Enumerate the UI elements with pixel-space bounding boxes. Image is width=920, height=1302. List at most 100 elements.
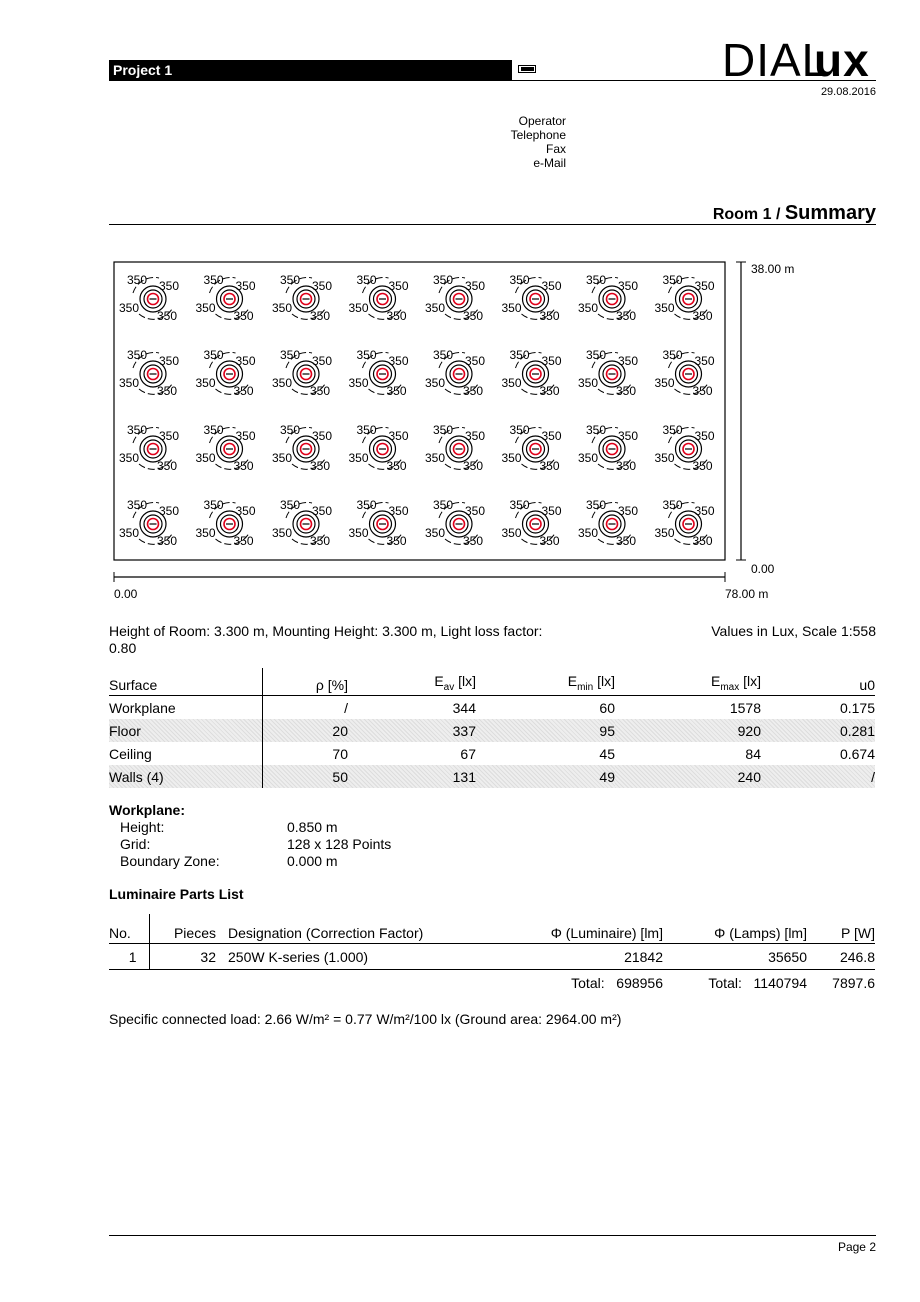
isolux-label: 350 [312,429,332,443]
isolux-label: 350 [234,309,254,323]
parts-table: No. Pieces Designation (Correction Facto… [109,914,875,995]
total-lamps-flux: 1140794 [753,974,807,991]
isolux-label: 350 [310,384,330,398]
room-params: Height of Room: 3.300 m, Mounting Height… [109,623,543,639]
isolux-label: 350 [425,451,445,465]
isolux-label: 350 [387,534,407,548]
y-min-label: 0.00 [751,562,775,576]
isolux-label: 350 [578,301,598,315]
isolux-label: 350 [157,309,177,323]
isolux-label: 350 [433,498,453,512]
isolux-label: 350 [542,279,562,293]
isolux-label: 350 [196,451,216,465]
isolux-label: 350 [655,301,675,315]
isolux-label: 350 [502,451,522,465]
room-label: Room 1 / [712,206,781,223]
isolux-label: 350 [204,423,224,437]
isolux-label: 350 [578,451,598,465]
isolux-label: 350 [510,423,530,437]
isolux-label: 350 [310,534,330,548]
isolux-label: 350 [465,504,485,518]
isolux-label: 350 [425,376,445,390]
footer-rule [109,1235,876,1236]
page-number: Page 2 [837,1240,876,1254]
isolux-label: 350 [542,429,562,443]
isolux-label: 350 [159,279,179,293]
isolux-label: 350 [540,309,560,323]
isolux-label: 350 [272,526,292,540]
isolux-label: 350 [465,279,485,293]
isolux-label: 350 [540,459,560,473]
isolux-label: 350 [502,526,522,540]
isolux-label: 350 [280,273,300,287]
isolux-label: 350 [502,301,522,315]
isolux-label: 350 [349,526,369,540]
isolux-label: 350 [159,429,179,443]
isolux-label: 350 [463,459,483,473]
isolux-label: 350 [119,526,139,540]
contact-email: e-Mail [533,156,566,170]
col-surface: Surface [109,668,263,696]
isolux-label: 350 [655,526,675,540]
isolux-label: 350 [463,534,483,548]
isolux-label: 350 [312,504,332,518]
project-title: Project 1 [113,62,173,78]
col-u0: u0 [761,668,875,696]
isolux-label: 350 [693,459,713,473]
y-max-label: 38.00 m [751,262,794,276]
isolux-label: 350 [127,273,147,287]
workplane-boundary-label: Boundary Zone: [120,853,220,869]
isolux-label: 350 [312,354,332,368]
isolux-label: 350 [349,301,369,315]
isolux-label: 350 [159,354,179,368]
isolux-label: 350 [196,376,216,390]
table-row: 1 32 250W K-series (1.000) 21842 35650 2… [109,943,875,970]
isolux-label: 350 [280,348,300,362]
contact-operator: Operator [518,114,566,128]
isolux-label: 350 [234,384,254,398]
workplane-labels: Height: Grid: Boundary Zone: [120,819,220,870]
isolux-label: 350 [586,423,606,437]
isolux-label: 350 [465,429,485,443]
isolux-label: 350 [542,354,562,368]
isolux-label: 350 [463,384,483,398]
workplane-grid-value: 128 x 128 Points [287,836,392,852]
isolux-label: 350 [357,498,377,512]
total-luminaire-flux: 698956 [616,974,663,991]
isolux-label: 350 [578,526,598,540]
isolux-label: 350 [578,376,598,390]
isolux-label: 350 [280,423,300,437]
isolux-label: 350 [433,348,453,362]
isolux-label: 350 [618,504,638,518]
col-reflectance: ρ [%] [262,668,348,696]
workplane-title: Workplane: [109,802,185,818]
isolux-label: 350 [618,429,638,443]
isolux-label: 350 [204,498,224,512]
isolux-label: 350 [510,348,530,362]
workplane-height-label: Height: [120,819,165,835]
isolux-label: 350 [272,301,292,315]
section-title: Room 1 / Summary [713,202,876,225]
isolux-label: 350 [510,498,530,512]
isolux-label: 350 [119,451,139,465]
dialux-logo-mark: DIAL ux [722,34,869,86]
isolux-label: 350 [157,459,177,473]
isolux-label: 350 [655,451,675,465]
isolux-label: 350 [425,301,445,315]
isolux-label: 350 [389,279,409,293]
isolux-label: 350 [542,504,562,518]
isolux-label: 350 [204,348,224,362]
isolux-label: 350 [349,451,369,465]
isolux-label: 350 [349,376,369,390]
col-emax: Emax [lx] [615,668,761,696]
isolux-label: 350 [389,354,409,368]
isolux-label: 350 [425,526,445,540]
isolux-label: 350 [272,451,292,465]
isolux-label: 350 [159,504,179,518]
luminaire-logo-icon [518,65,536,73]
parts-title: Luminaire Parts List [109,886,244,902]
isolux-label: 350 [389,504,409,518]
isolux-label: 350 [196,301,216,315]
isolux-label: 350 [236,504,256,518]
table-row: Workplane / 344 60 1578 0.175 [109,695,875,719]
